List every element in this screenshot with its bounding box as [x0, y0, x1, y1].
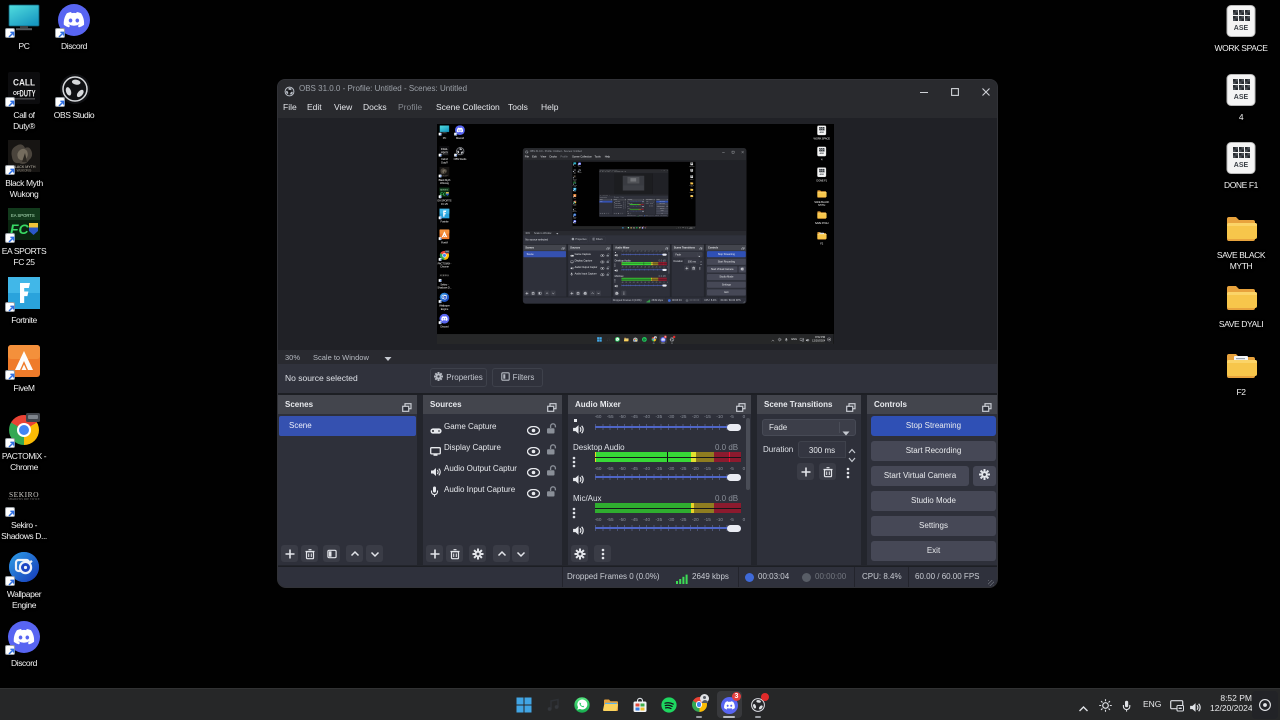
svg-text:ASE: ASE — [1234, 25, 1249, 32]
svg-text:DUTY: DUTY — [20, 89, 36, 99]
svg-text:ASE: ASE — [1234, 94, 1249, 101]
svg-text:CALL: CALL — [13, 78, 35, 88]
svg-text:EA SPORTS: EA SPORTS — [11, 213, 35, 218]
svg-text:ASE: ASE — [1234, 162, 1249, 169]
svg-text:ASE: ASE — [819, 131, 824, 134]
svg-text:ASE: ASE — [819, 173, 824, 176]
svg-text:WUKONG: WUKONG — [442, 175, 447, 176]
svg-text:ASE: ASE — [819, 152, 824, 155]
svg-text:WUKONG: WUKONG — [17, 168, 32, 172]
